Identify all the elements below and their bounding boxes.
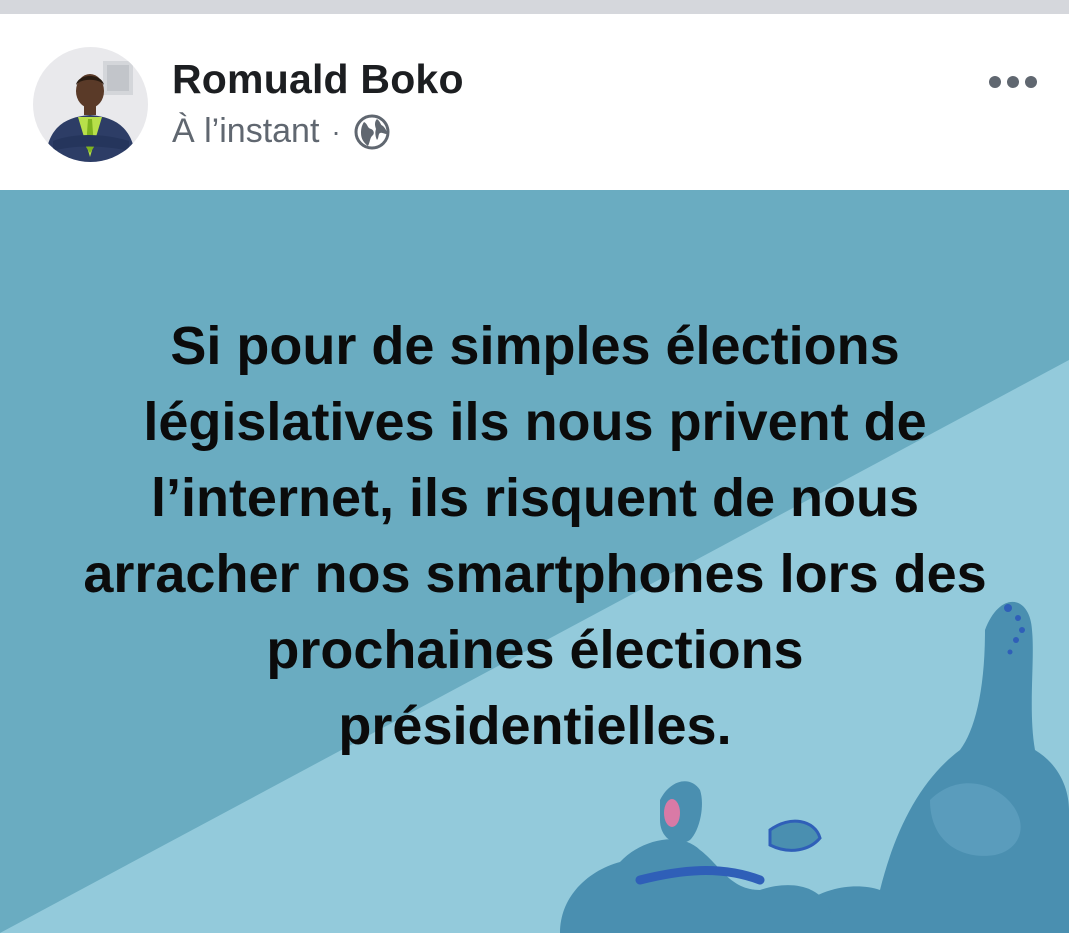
meta-separator: · — [331, 115, 341, 147]
post-meta: À l’instant · — [172, 112, 391, 151]
author-name[interactable]: Romuald Boko — [172, 56, 464, 103]
top-divider — [0, 0, 1069, 14]
globe-icon[interactable] — [353, 113, 391, 151]
more-options-icon[interactable] — [985, 72, 1041, 92]
avatar[interactable] — [33, 47, 148, 162]
post-body[interactable]: Si pour de simples élections législative… — [0, 190, 1069, 933]
timestamp[interactable]: À l’instant — [172, 112, 319, 151]
more-dot — [989, 76, 1001, 88]
more-dot — [1007, 76, 1019, 88]
post-header: Romuald Boko À l’instant · — [0, 14, 1069, 190]
more-dot — [1025, 76, 1037, 88]
post-text: Si pour de simples élections législative… — [83, 316, 987, 756]
